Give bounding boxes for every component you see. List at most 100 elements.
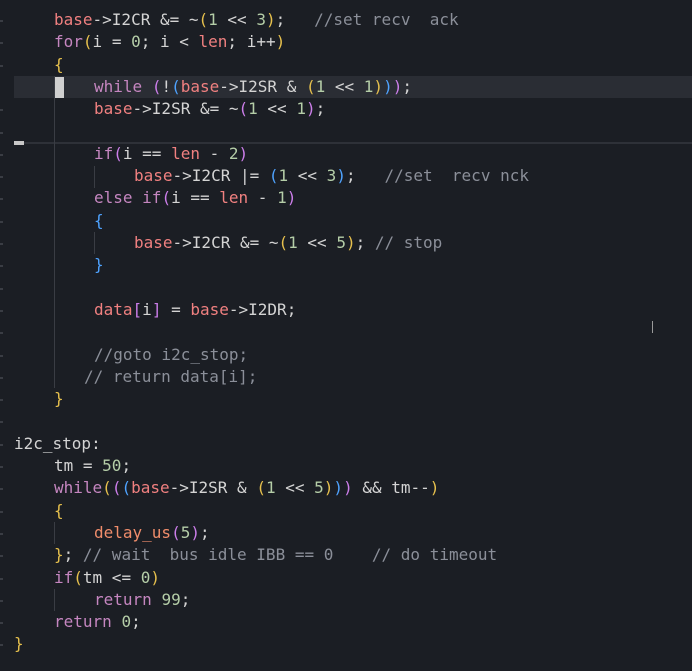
code-token: ) bbox=[336, 166, 346, 186]
code-line[interactable]: data[i] = base->I2DR; bbox=[0, 299, 692, 321]
code-line[interactable]: } bbox=[0, 388, 692, 410]
code-line[interactable]: { bbox=[0, 500, 692, 522]
code-text: //goto i2c_stop; bbox=[94, 344, 248, 366]
gutter-marker bbox=[0, 309, 3, 312]
code-token: i bbox=[142, 299, 152, 319]
code-token: ( bbox=[256, 478, 266, 498]
code-token: 3 bbox=[256, 10, 266, 29]
gutter-marker bbox=[0, 443, 3, 446]
code-token: ) bbox=[238, 143, 249, 163]
code-line[interactable]: for(i = 0; i < len; i++) bbox=[0, 31, 692, 53]
code-token: 5 bbox=[314, 478, 324, 498]
code-token: 50 bbox=[102, 456, 122, 475]
code-token: } bbox=[54, 545, 64, 565]
code-token: ; i++ bbox=[227, 32, 276, 52]
code-text: return 99; bbox=[94, 589, 190, 611]
code-token: ( bbox=[111, 478, 122, 498]
code-line[interactable]: if(tm <= 0) bbox=[0, 567, 692, 589]
code-text: for(i = 0; i < len; i++) bbox=[54, 31, 285, 53]
code-text: } bbox=[14, 633, 24, 655]
gutter-marker bbox=[0, 332, 3, 335]
code-token: if bbox=[94, 143, 114, 163]
code-token: ; bbox=[275, 10, 315, 29]
code-line[interactable]: } bbox=[0, 254, 692, 276]
gutter-marker bbox=[0, 599, 3, 602]
code-token: << bbox=[257, 99, 297, 119]
code-line[interactable]: if(i == len - 2) bbox=[0, 143, 692, 165]
code-line[interactable]: delay_us(5); bbox=[0, 522, 692, 544]
code-line[interactable]: base->I2SR &= ~(1 << 1); bbox=[0, 98, 692, 120]
code-text: data[i] = base->I2DR; bbox=[94, 299, 296, 321]
code-token: ) bbox=[265, 10, 276, 29]
code-token: ) bbox=[429, 478, 440, 498]
code-token: ) bbox=[190, 522, 200, 542]
code-token: if bbox=[142, 188, 162, 208]
code-token: 1 bbox=[208, 10, 218, 29]
code-line[interactable]: while (!(base->I2SR & (1 << 1))); bbox=[14, 75, 692, 99]
code-line[interactable] bbox=[0, 410, 692, 432]
code-line[interactable]: }; // wait bus idle IBB == 0 // do timeo… bbox=[0, 544, 692, 566]
code-token: len bbox=[198, 32, 228, 52]
gutter-marker bbox=[0, 466, 3, 468]
code-line[interactable]: return 0; bbox=[0, 611, 692, 633]
code-line[interactable]: while(((base->I2SR & (1 << 5))) && tm--) bbox=[0, 477, 692, 499]
gutter-marker bbox=[0, 555, 3, 558]
code-token: { bbox=[54, 500, 64, 520]
code-line[interactable]: // return data[i]; bbox=[0, 366, 692, 388]
code-line[interactable]: } bbox=[0, 633, 692, 655]
code-line[interactable]: base->I2CR &= ~(1 << 3); //set recv ack bbox=[0, 9, 692, 31]
code-token: base bbox=[94, 99, 133, 119]
code-text: base->I2CR |= (1 << 3); //set recv nck bbox=[134, 165, 529, 187]
code-token: base bbox=[134, 166, 173, 186]
code-token: ; bbox=[121, 456, 132, 475]
code-line[interactable]: //goto i2c_stop; bbox=[0, 344, 692, 366]
code-line[interactable]: base->I2CR &= ~(1 << 5); // stop bbox=[0, 232, 692, 254]
code-token: ; bbox=[402, 76, 412, 96]
gutter-marker bbox=[0, 64, 3, 67]
code-token: ( bbox=[113, 143, 123, 163]
code-token: 1 bbox=[277, 188, 287, 208]
code-token: 1 bbox=[315, 76, 326, 96]
code-token: len bbox=[219, 188, 249, 208]
code-token: ) bbox=[333, 478, 344, 498]
code-editor[interactable]: base->I2CR &= ~(1 << 3); //set recv ack f… bbox=[0, 0, 692, 671]
code-token: base bbox=[180, 76, 220, 96]
code-line[interactable] bbox=[0, 321, 692, 343]
code-text: { bbox=[94, 210, 104, 232]
code-line[interactable]: base->I2CR |= (1 << 3); //set recv nck bbox=[0, 165, 692, 187]
code-token: ( bbox=[171, 76, 181, 96]
code-token: { bbox=[54, 54, 64, 74]
code-token: ) bbox=[345, 233, 356, 252]
code-token: ( bbox=[161, 188, 172, 208]
code-text: if(i == len - 2) bbox=[94, 143, 248, 165]
code-token: ) bbox=[343, 478, 353, 498]
code-token: 0 bbox=[121, 612, 132, 632]
code-token: ( bbox=[238, 99, 249, 119]
code-line[interactable]: else if(i == len - 1) bbox=[0, 187, 692, 209]
code-token: //set recv nck bbox=[384, 166, 529, 186]
code-token: ; bbox=[355, 233, 375, 252]
code-token: [ bbox=[132, 299, 143, 319]
indent-guide bbox=[94, 166, 95, 188]
gutter-marker bbox=[0, 421, 3, 424]
code-token: ) bbox=[323, 478, 334, 498]
code-line[interactable]: return 99; bbox=[0, 589, 692, 611]
code-token: i2c_stop: bbox=[14, 433, 101, 453]
code-line[interactable]: { bbox=[0, 54, 692, 76]
code-token: ; bbox=[199, 522, 210, 542]
code-token: } bbox=[94, 255, 104, 275]
code-line[interactable] bbox=[0, 121, 692, 143]
code-text: while(((base->I2SR & (1 << 5))) && tm--) bbox=[54, 477, 439, 499]
code-line[interactable]: i2c_stop: bbox=[0, 433, 692, 455]
gutter-marker bbox=[0, 577, 3, 580]
code-token: ( bbox=[73, 567, 83, 587]
code-line[interactable]: { bbox=[0, 210, 692, 232]
code-token: 1 bbox=[296, 99, 306, 119]
code-token: ( bbox=[278, 233, 289, 252]
code-token: 0 bbox=[140, 567, 151, 587]
code-line[interactable] bbox=[0, 277, 692, 299]
code-token: ->I2CR &= ~ bbox=[92, 10, 199, 29]
code-line[interactable]: tm = 50; bbox=[0, 455, 692, 477]
